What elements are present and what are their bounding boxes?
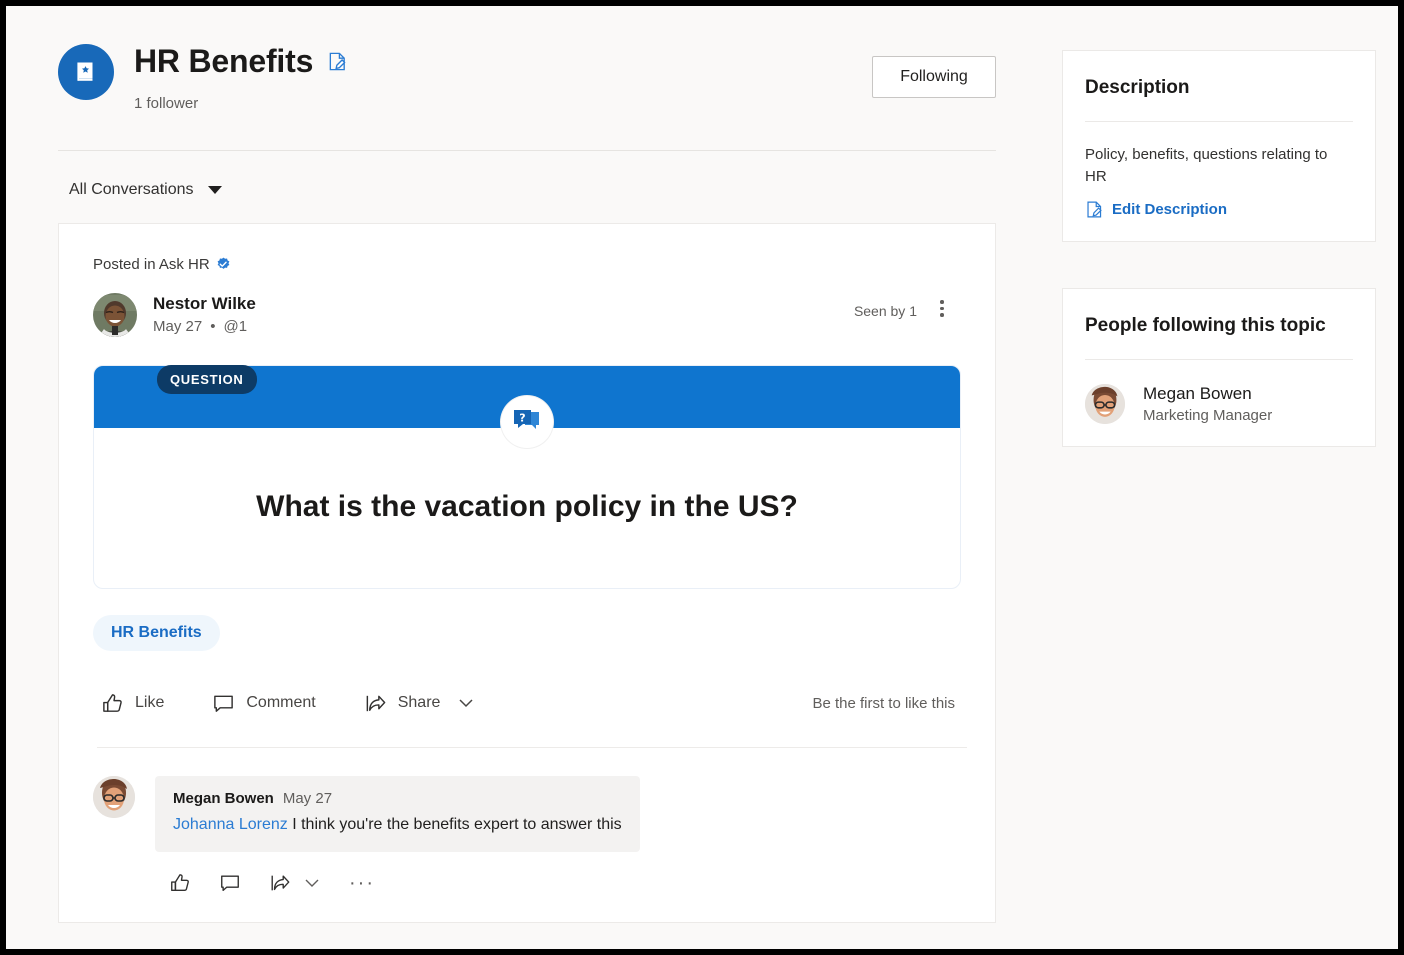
chevron-down-icon [305, 879, 319, 887]
comment-label: Comment [246, 694, 316, 712]
share-label: Share [397, 694, 441, 712]
comment-bubble-icon [221, 875, 239, 891]
thumbs-up-icon [171, 873, 189, 891]
person-meta: Megan Bowen Marketing Manager [1143, 384, 1272, 424]
edit-pencil-icon [1087, 201, 1102, 217]
description-card-title: Description [1085, 77, 1190, 98]
post-card: Posted in Ask HR Nestor Wilke May 27 • @… [58, 223, 996, 924]
action-bar-divider [97, 747, 967, 749]
post-action-bar: Like Comment Share Be the first to like … [93, 681, 961, 725]
comment-message: I think you're the benefits expert to an… [287, 816, 622, 834]
post-author-row: Nestor Wilke May 27 • @1 Seen by 1 [93, 293, 961, 338]
question-bubble-icon: ? [501, 396, 553, 449]
question-card-wrapper: QUESTION ? What is the vacation policy i… [93, 365, 961, 590]
edit-pencil-icon[interactable] [327, 51, 348, 72]
follower-count: 1 follower [134, 95, 199, 113]
comment-header: Megan Bowen May 27 [173, 790, 622, 807]
like-button[interactable]: Like [101, 692, 164, 715]
comment-share-button[interactable] [269, 872, 291, 894]
comment-like-button[interactable] [169, 872, 191, 894]
question-card: ? What is the vacation policy in the US? [93, 365, 961, 590]
person-name: Megan Bowen [1143, 383, 1252, 403]
topic-header-text: HR Benefits 1 follower [134, 43, 348, 113]
be-first-to-like-label: Be the first to like this [812, 694, 955, 712]
page-title: HR Benefits [134, 43, 314, 79]
meta-separator: • [210, 318, 216, 336]
post-author-meta: Nestor Wilke May 27 • @1 [153, 293, 256, 335]
conversation-filter-label: All Conversations [69, 181, 194, 199]
question-text: What is the vacation policy in the US? [256, 490, 798, 524]
question-card-body: What is the vacation policy in the US? [94, 428, 960, 588]
comment-row: Megan Bowen May 27 Johanna Lorenz I think… [93, 776, 961, 894]
people-following-card: People following this topic Megan Bowen … [1062, 287, 1376, 447]
comment-reply-button[interactable] [219, 872, 241, 894]
comment-text: Johanna Lorenz I think you're the benefi… [173, 814, 622, 836]
more-horizontal-icon[interactable]: ··· [349, 873, 375, 893]
posted-in-label: Posted in Ask HR [93, 256, 210, 274]
avatar[interactable] [93, 776, 135, 819]
description-card: Description Policy, benefits, questions … [1062, 50, 1376, 242]
posted-in-row: Posted in Ask HR [93, 256, 961, 273]
main-content-column: HR Benefits 1 follower Following All Con… [58, 43, 996, 924]
comment-mention[interactable]: Johanna Lorenz [173, 816, 288, 833]
topic-pill[interactable]: HR Benefits [93, 615, 220, 652]
divider [1085, 121, 1353, 122]
more-options-icon[interactable] [931, 297, 953, 320]
post-author-name[interactable]: Nestor Wilke [153, 293, 256, 314]
description-text: Policy, benefits, questions relating to … [1085, 146, 1328, 185]
question-badge: QUESTION [157, 365, 257, 395]
topic-pill-row: HR Benefits [93, 615, 961, 652]
chevron-down-icon [459, 699, 473, 708]
title-row: HR Benefits [134, 43, 348, 79]
comment-bubble-icon [214, 695, 234, 712]
header-divider [58, 150, 996, 152]
divider [1085, 358, 1353, 360]
app-screen: HR Benefits 1 follower Following All Con… [6, 6, 1398, 949]
comment-button[interactable]: Comment [212, 692, 316, 715]
post-meta-line: May 27 • @1 [153, 318, 256, 335]
comment-action-bar: ··· [155, 872, 640, 894]
list-item[interactable]: Megan Bowen Marketing Manager [1085, 384, 1353, 424]
following-button[interactable]: Following [872, 56, 996, 98]
share-arrow-icon [366, 695, 386, 711]
seen-by-label: Seen by 1 [853, 303, 917, 320]
like-label: Like [135, 694, 165, 712]
people-following-title: People following this topic [1085, 314, 1326, 336]
post-date: May 27 [153, 318, 203, 336]
avatar [1085, 383, 1125, 424]
comment-author[interactable]: Megan Bowen [173, 790, 274, 807]
share-arrow-icon [271, 875, 290, 891]
verified-badge-icon [217, 257, 230, 269]
share-button[interactable]: Share [364, 692, 476, 715]
topic-avatar [58, 44, 114, 100]
edit-description-link[interactable]: Edit Description [1085, 200, 1353, 219]
chevron-down-icon [207, 186, 222, 195]
post-mentions: @1 [223, 318, 248, 336]
sidebar-column: Description Policy, benefits, questions … [1062, 50, 1376, 447]
thumbs-up-icon [103, 693, 122, 712]
conversation-filter-dropdown[interactable]: All Conversations [69, 181, 996, 199]
edit-description-label: Edit Description [1112, 200, 1228, 218]
book-star-icon [77, 62, 93, 81]
avatar[interactable] [93, 293, 137, 338]
comment-bubble: Megan Bowen May 27 Johanna Lorenz I think… [155, 776, 640, 852]
comment-date: May 27 [282, 790, 333, 808]
topic-header: HR Benefits 1 follower Following [58, 43, 996, 113]
comment-body: Megan Bowen May 27 Johanna Lorenz I think… [155, 776, 640, 894]
svg-text:?: ? [519, 412, 525, 425]
comment-share-dropdown[interactable] [303, 874, 321, 892]
person-role: Marketing Manager [1143, 406, 1273, 424]
